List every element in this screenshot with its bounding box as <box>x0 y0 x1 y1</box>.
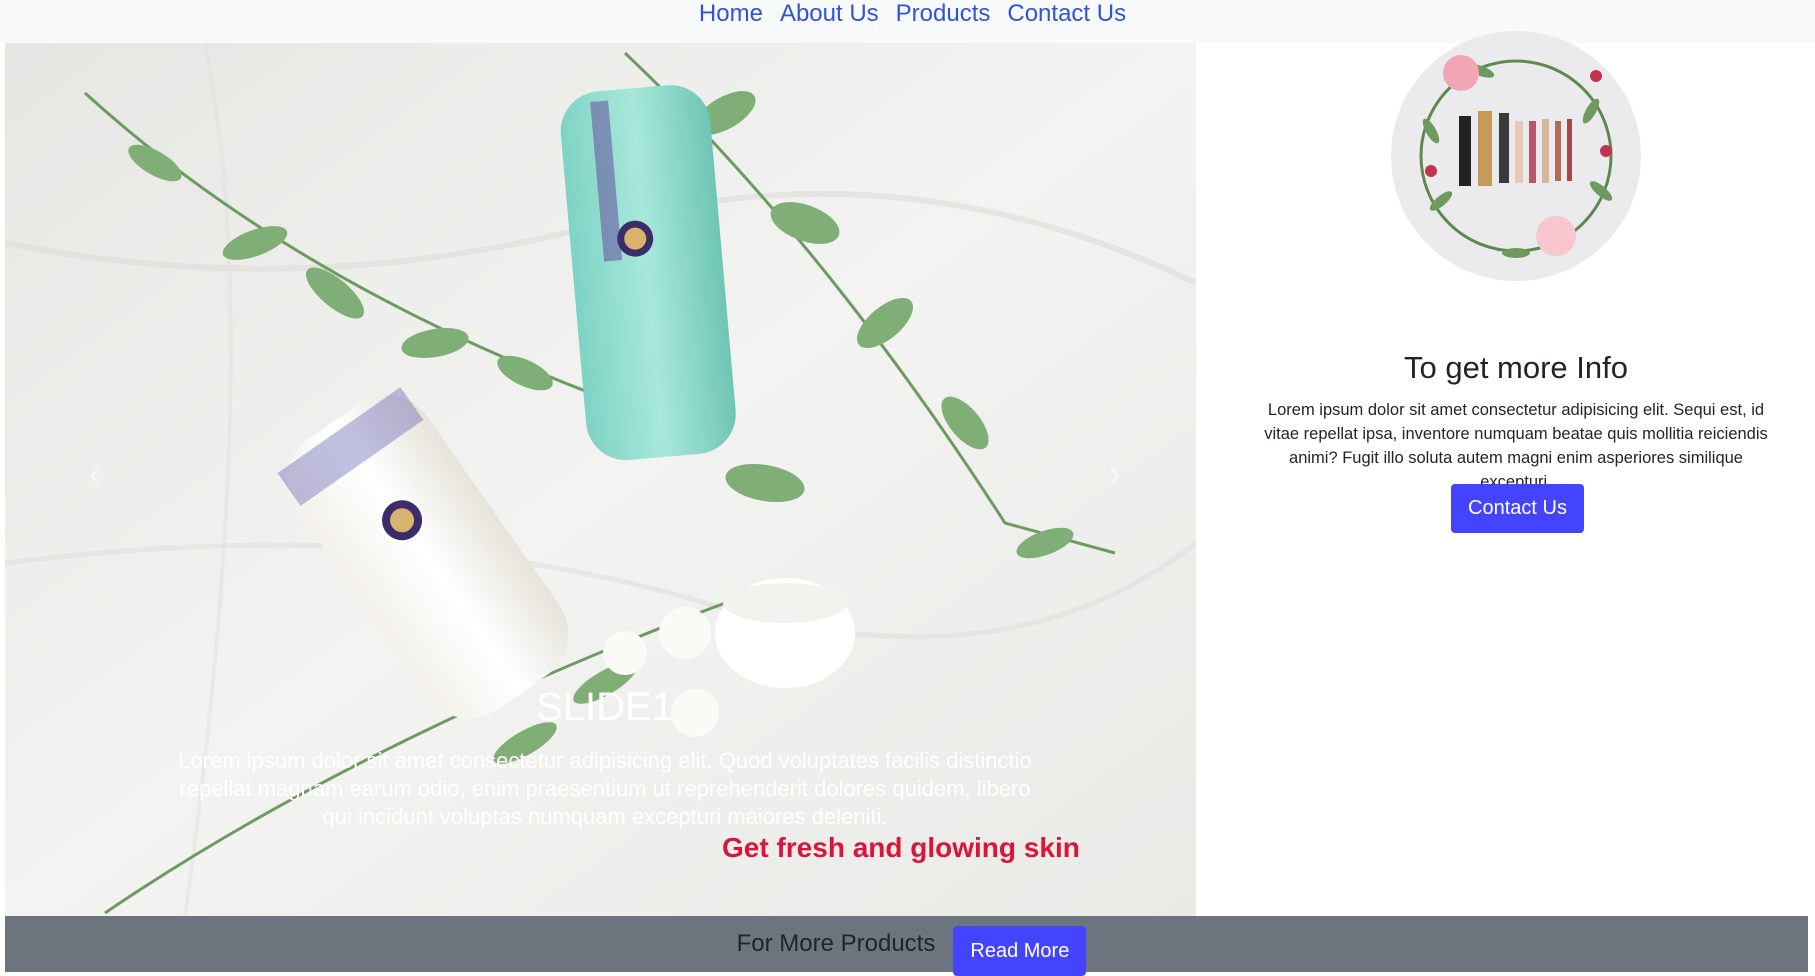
nav-list: Home About Us Products Contact Us <box>699 0 1126 27</box>
footer-bar: For More Products Read More <box>5 916 1808 976</box>
carousel-caption-title: SLIDE1 <box>536 685 674 729</box>
carousel-caption-text: Lorem ipsum dolor sit amet consectetur a… <box>178 748 1032 829</box>
hero-carousel: ‹ › SLIDE1 Lorem ipsum dolor sit amet co… <box>5 43 1196 916</box>
info-text: Lorem ipsum dolor sit amet consectetur a… <box>1264 401 1768 491</box>
hero-tagline: Get fresh and glowing skin <box>722 832 1080 863</box>
nav-link-about-us[interactable]: About Us <box>780 0 879 27</box>
info-title: To get more Info <box>1403 350 1628 385</box>
contact-us-button[interactable]: Contact Us <box>1451 484 1584 533</box>
info-panel: To get more Info Lorem ipsum dolor sit a… <box>1196 31 1815 916</box>
carousel-caption: SLIDE1 Lorem ipsum dolor sit amet consec… <box>175 683 1035 831</box>
nav-link-home[interactable]: Home <box>699 0 763 27</box>
nav-link-products[interactable]: Products <box>896 0 991 27</box>
read-more-button[interactable]: Read More <box>953 926 1087 976</box>
nav-link-contact-us[interactable]: Contact Us <box>1007 0 1126 27</box>
footer-text: For More Products <box>736 930 936 957</box>
carousel-prev-control[interactable]: ‹ <box>75 443 115 503</box>
carousel-next-control[interactable]: › <box>1095 443 1135 503</box>
cosmetics-wreath-image <box>1391 31 1641 281</box>
